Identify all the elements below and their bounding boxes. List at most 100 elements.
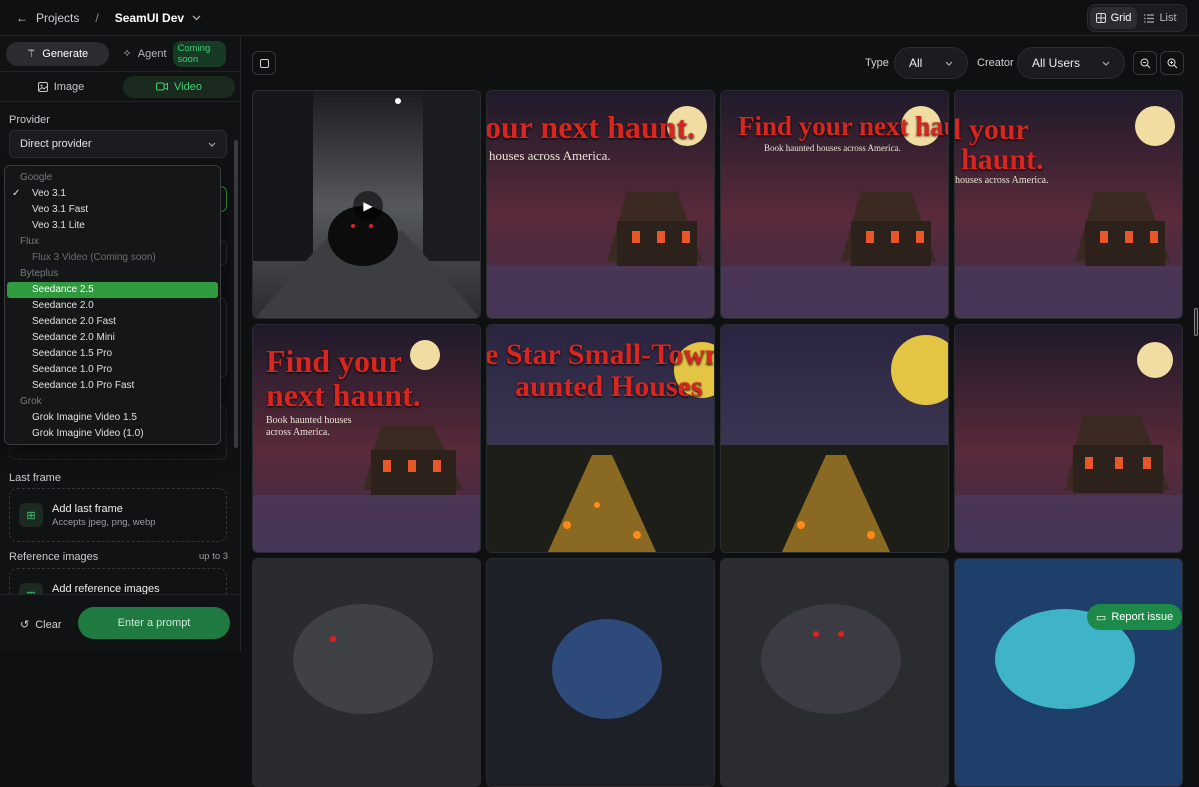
- sidebar-scrollbar[interactable]: [234, 140, 238, 448]
- gallery-tile-image[interactable]: [954, 558, 1183, 787]
- mode-tabs: ⚚ Generate ✧ Agent Coming soon: [0, 36, 240, 72]
- arrow-left-icon: ←: [16, 10, 28, 25]
- view-toggle: Grid List: [1087, 4, 1187, 32]
- provider-value: Direct provider: [20, 138, 92, 150]
- type-filter-value: All: [909, 56, 923, 70]
- gallery-tile-image[interactable]: [720, 324, 949, 553]
- model-dropdown-menu: Google ✓ Veo 3.1 Veo 3.1 Fast Veo 3.1 Lit…: [4, 165, 221, 445]
- tab-agent[interactable]: ✧ Agent Coming soon: [115, 40, 234, 67]
- gallery-tile-image[interactable]: [954, 324, 1183, 553]
- image-tab-label: Image: [53, 80, 85, 93]
- last-frame-hint: Accepts jpeg, png, webp: [52, 516, 156, 528]
- option-seedance-2-0[interactable]: Seedance 2.0: [7, 298, 218, 314]
- gallery-tile-image[interactable]: [252, 558, 481, 787]
- gallery-tile-image[interactable]: e Star Small-Town aunted Houses: [486, 324, 715, 553]
- gallery-tile-image[interactable]: Find your next haunt. Book haunted house…: [252, 324, 481, 553]
- tile-headline: e Star Small-Town: [486, 338, 715, 371]
- project-name: SeamUI Dev: [114, 10, 185, 25]
- video-camera-icon: [156, 82, 169, 91]
- option-label: Veo 3.1: [32, 188, 66, 199]
- dragon-thumbnail: [487, 559, 714, 786]
- tile-headline: aunted Houses: [515, 370, 703, 403]
- option-grok-imagine-1-5[interactable]: Grok Imagine Video 1.5: [7, 410, 218, 426]
- check-icon: ✓: [12, 188, 21, 199]
- gallery-tile-image[interactable]: l your haunt. houses across America.: [954, 90, 1183, 319]
- option-seedance-2-0-mini[interactable]: Seedance 2.0 Mini: [7, 330, 218, 346]
- list-view-button[interactable]: List: [1137, 7, 1184, 29]
- option-veo-3-1-fast[interactable]: Veo 3.1 Fast: [7, 202, 218, 218]
- image-plus-icon: ⊞: [19, 503, 43, 527]
- last-frame-label: Last frame: [9, 472, 61, 484]
- option-seedance-1-0-pro[interactable]: Seedance 1.0 Pro: [7, 362, 218, 378]
- list-label: List: [1159, 12, 1177, 24]
- option-veo-3-1-lite[interactable]: Veo 3.1 Lite: [7, 218, 218, 234]
- dragon-thumbnail: [955, 559, 1182, 786]
- media-tabs: Image Video: [0, 72, 240, 102]
- option-seedance-1-5-pro[interactable]: Seedance 1.5 Pro: [7, 346, 218, 362]
- gallery-area: Type All Creator All Users ▶ our next ha…: [241, 36, 1199, 787]
- creator-filter-select[interactable]: All Users: [1017, 47, 1125, 79]
- provider-label: Provider: [9, 114, 50, 126]
- gallery-tile-video[interactable]: ▶: [252, 90, 481, 319]
- tab-video[interactable]: Video: [123, 75, 235, 98]
- back-label: Projects: [36, 10, 80, 25]
- grid-icon: [1095, 13, 1106, 23]
- creator-filter-value: All Users: [1032, 56, 1081, 70]
- select-all-checkbox[interactable]: [252, 51, 276, 75]
- gallery-scrollbar[interactable]: [1194, 308, 1198, 336]
- type-filter-label: Type: [865, 57, 889, 69]
- group-grok: Grok: [20, 396, 42, 407]
- tab-image[interactable]: Image: [5, 76, 117, 98]
- last-frame-upload[interactable]: ⊞ Add last frame Accepts jpeg, png, webp: [9, 488, 227, 542]
- clear-button[interactable]: ↺ Clear: [20, 618, 62, 632]
- project-switcher[interactable]: SeamUI Dev: [115, 11, 201, 25]
- sidebar-action-bar: ↺ Clear Enter a prompt: [0, 594, 240, 652]
- chevron-down-icon: [1102, 61, 1110, 66]
- message-icon: ▭: [1095, 611, 1107, 624]
- generate-submit-button[interactable]: Enter a prompt: [78, 607, 230, 639]
- type-filter-select[interactable]: All: [894, 47, 968, 79]
- play-icon[interactable]: ▶: [353, 191, 383, 221]
- chevron-down-icon: [208, 142, 216, 147]
- haunted-house-thumbnail: [955, 325, 1182, 552]
- chevron-down-icon: [192, 15, 201, 20]
- magic-wand-icon: ⚚: [26, 48, 37, 60]
- clear-label: Clear: [35, 618, 62, 631]
- option-seedance-1-0-pro-fast[interactable]: Seedance 1.0 Pro Fast: [7, 378, 218, 394]
- tile-headline: next haunt.: [266, 377, 421, 413]
- square-icon: [259, 58, 269, 68]
- option-seedance-2-0-fast[interactable]: Seedance 2.0 Fast: [7, 314, 218, 330]
- reference-images-label: Reference images: [9, 551, 99, 563]
- tab-generate[interactable]: ⚚ Generate: [6, 41, 109, 66]
- tile-subline: Book haunted houses: [266, 415, 352, 426]
- tile-headline: Find your next haunt.: [738, 111, 948, 141]
- grid-view-button[interactable]: Grid: [1090, 7, 1137, 29]
- gallery-tile-image[interactable]: Find your next haunt. Book haunted house…: [720, 90, 949, 319]
- group-flux: Flux: [20, 236, 39, 247]
- provider-select[interactable]: Direct provider: [9, 130, 227, 158]
- zoom-out-button[interactable]: [1133, 51, 1157, 75]
- back-to-projects-link[interactable]: ← Projects: [16, 11, 79, 25]
- dragon-thumbnail: [253, 559, 480, 786]
- generate-label: Generate: [42, 47, 89, 60]
- reference-limit: up to 3: [199, 551, 229, 562]
- option-grok-imagine-1-0[interactable]: Grok Imagine Video (1.0): [7, 426, 218, 442]
- tile-subline: across America.: [266, 427, 330, 438]
- option-seedance-2-5[interactable]: Seedance 2.5: [7, 282, 218, 298]
- report-issue-button[interactable]: ▭ Report issue: [1087, 604, 1182, 630]
- image-icon: [37, 81, 48, 92]
- list-icon: [1144, 13, 1155, 23]
- breadcrumb-separator: /: [95, 10, 99, 25]
- gallery-tile-image[interactable]: [486, 558, 715, 787]
- cornfield-path-thumbnail: [721, 325, 948, 552]
- option-veo-3-1[interactable]: ✓ Veo 3.1: [7, 186, 218, 202]
- top-bar: ← Projects / SeamUI Dev Grid List: [0, 0, 1199, 36]
- coming-soon-badge: Coming soon: [172, 40, 226, 67]
- gallery-tile-image[interactable]: our next haunt. houses across America.: [486, 90, 715, 319]
- sparkles-icon: ✧: [122, 48, 132, 60]
- gallery-tile-image[interactable]: [720, 558, 949, 787]
- group-byteplus: Byteplus: [20, 268, 59, 279]
- tile-subline: houses across America.: [489, 148, 611, 163]
- zoom-in-button[interactable]: [1160, 51, 1184, 75]
- dragon-thumbnail: [721, 559, 948, 786]
